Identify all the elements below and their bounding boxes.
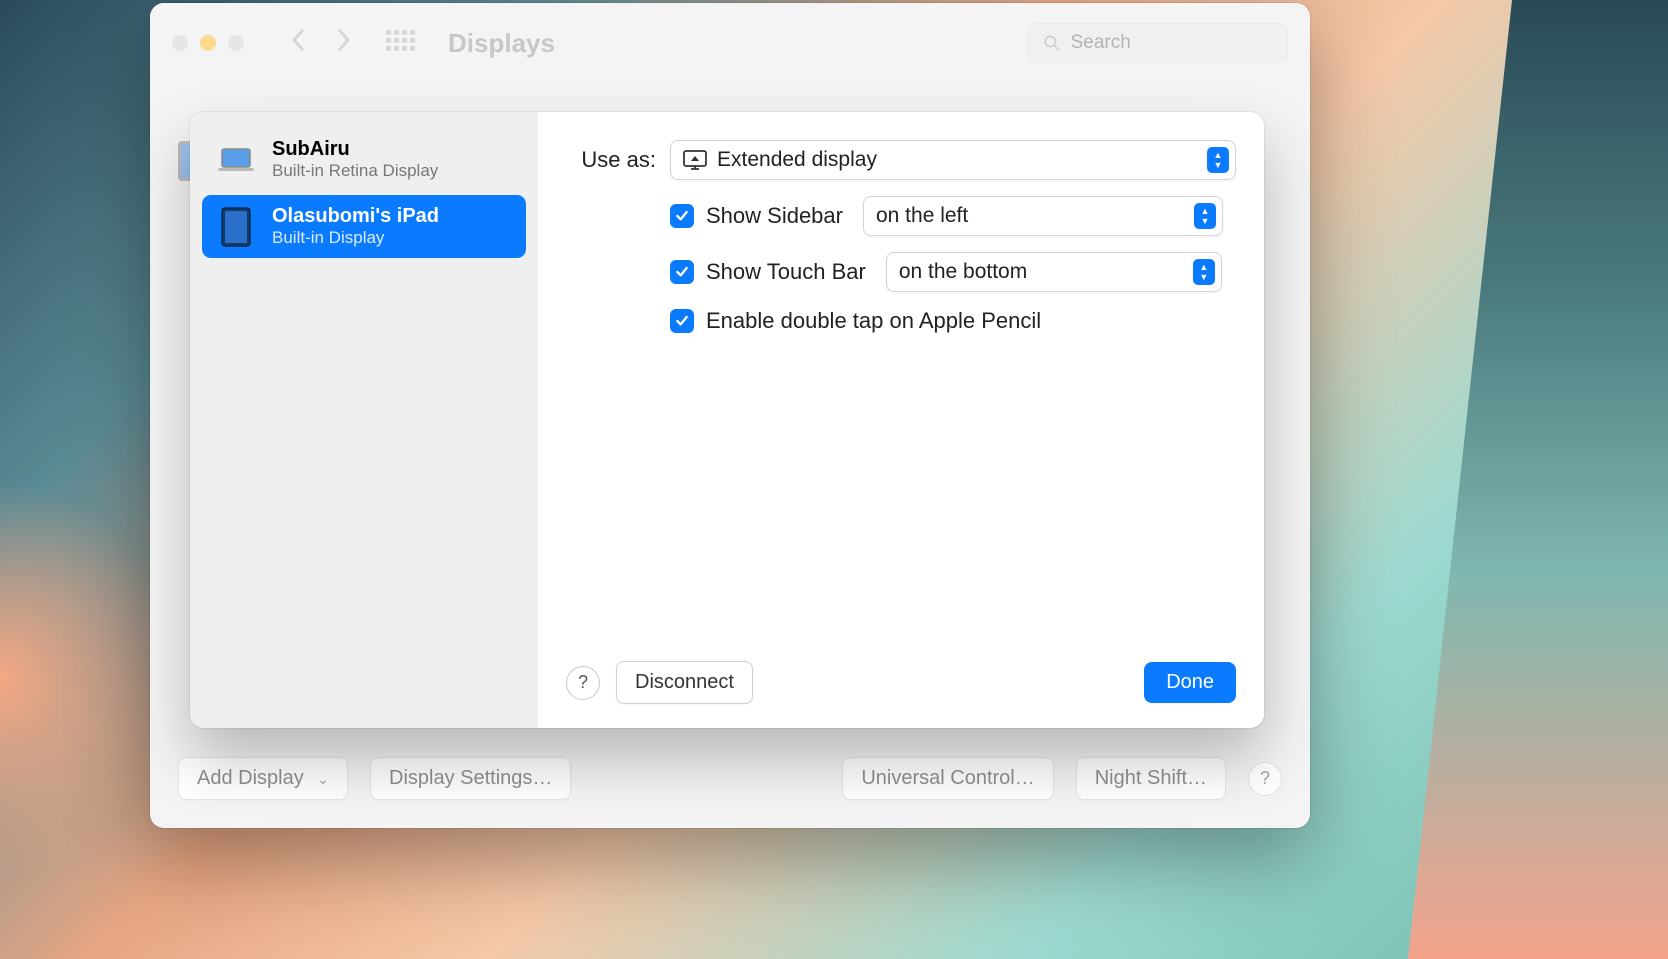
back-button[interactable]	[284, 28, 312, 59]
device-item-subairu[interactable]: SubAiru Built-in Retina Display	[202, 128, 526, 191]
search-icon	[1043, 33, 1061, 53]
sheet-help-button[interactable]: ?	[566, 666, 600, 700]
window-controls	[172, 35, 244, 51]
show-sidebar-row: Show Sidebar on the left	[670, 196, 1236, 236]
apple-pencil-row: Enable double tap on Apple Pencil	[670, 308, 1236, 334]
use-as-row: Use as: Extended display	[566, 140, 1236, 180]
use-as-select[interactable]: Extended display	[670, 140, 1236, 180]
device-name: SubAiru	[272, 138, 438, 161]
chevron-left-icon	[290, 28, 306, 52]
display-settings-button[interactable]: Display Settings…	[370, 757, 571, 800]
show-sidebar-select[interactable]: on the left	[863, 196, 1223, 236]
show-sidebar-value: on the left	[876, 204, 1194, 228]
macbook-icon	[216, 147, 256, 173]
toolbar: Displays	[150, 3, 1310, 83]
select-stepper-icon	[1207, 147, 1229, 173]
checkmark-icon	[674, 264, 690, 280]
checkmark-icon	[674, 313, 690, 329]
show-touchbar-row: Show Touch Bar on the bottom	[670, 252, 1236, 292]
select-stepper-icon	[1194, 203, 1216, 229]
ipad-icon	[216, 207, 256, 247]
add-display-label: Add Display	[197, 767, 304, 789]
display-settings-sheet: SubAiru Built-in Retina Display Olasubom…	[190, 112, 1264, 728]
checkmark-icon	[674, 208, 690, 224]
help-button[interactable]: ?	[1248, 762, 1282, 796]
use-as-label: Use as:	[566, 147, 656, 173]
universal-control-button[interactable]: Universal Control…	[842, 757, 1053, 800]
display-icon	[683, 150, 707, 170]
use-as-value: Extended display	[717, 148, 1207, 172]
show-touchbar-select[interactable]: on the bottom	[886, 252, 1222, 292]
show-touchbar-value: on the bottom	[899, 260, 1193, 284]
sheet-main: Use as: Extended display Show Sidebar on…	[538, 112, 1264, 728]
minimize-window-icon[interactable]	[200, 35, 216, 51]
apple-pencil-checkbox[interactable]	[670, 309, 694, 333]
search-input[interactable]	[1071, 32, 1273, 54]
show-all-icon[interactable]	[386, 30, 412, 56]
search-field[interactable]	[1028, 23, 1288, 63]
sheet-footer: ? Disconnect Done	[566, 661, 1236, 704]
show-sidebar-checkbox[interactable]	[670, 204, 694, 228]
device-subtitle: Built-in Retina Display	[272, 161, 438, 181]
night-shift-button[interactable]: Night Shift…	[1076, 757, 1226, 800]
device-subtitle: Built-in Display	[272, 228, 439, 248]
window-title: Displays	[448, 28, 555, 59]
add-display-button[interactable]: Add Display ⌄	[178, 757, 348, 800]
sheet-sidebar: SubAiru Built-in Retina Display Olasubom…	[190, 112, 538, 728]
zoom-window-icon[interactable]	[228, 35, 244, 51]
disconnect-button[interactable]: Disconnect	[616, 661, 753, 704]
apple-pencil-label: Enable double tap on Apple Pencil	[706, 308, 1041, 334]
show-touchbar-checkbox[interactable]	[670, 260, 694, 284]
bottom-button-bar: Add Display ⌄ Display Settings… Universa…	[178, 757, 1282, 800]
chevron-right-icon	[336, 28, 352, 52]
select-stepper-icon	[1193, 259, 1215, 285]
forward-button[interactable]	[330, 28, 358, 59]
show-touchbar-label: Show Touch Bar	[706, 259, 866, 285]
done-button[interactable]: Done	[1144, 662, 1236, 703]
show-sidebar-label: Show Sidebar	[706, 203, 843, 229]
device-name: Olasubomi's iPad	[272, 205, 439, 228]
device-item-ipad[interactable]: Olasubomi's iPad Built-in Display	[202, 195, 526, 258]
chevron-down-icon: ⌄	[317, 771, 329, 787]
close-window-icon[interactable]	[172, 35, 188, 51]
